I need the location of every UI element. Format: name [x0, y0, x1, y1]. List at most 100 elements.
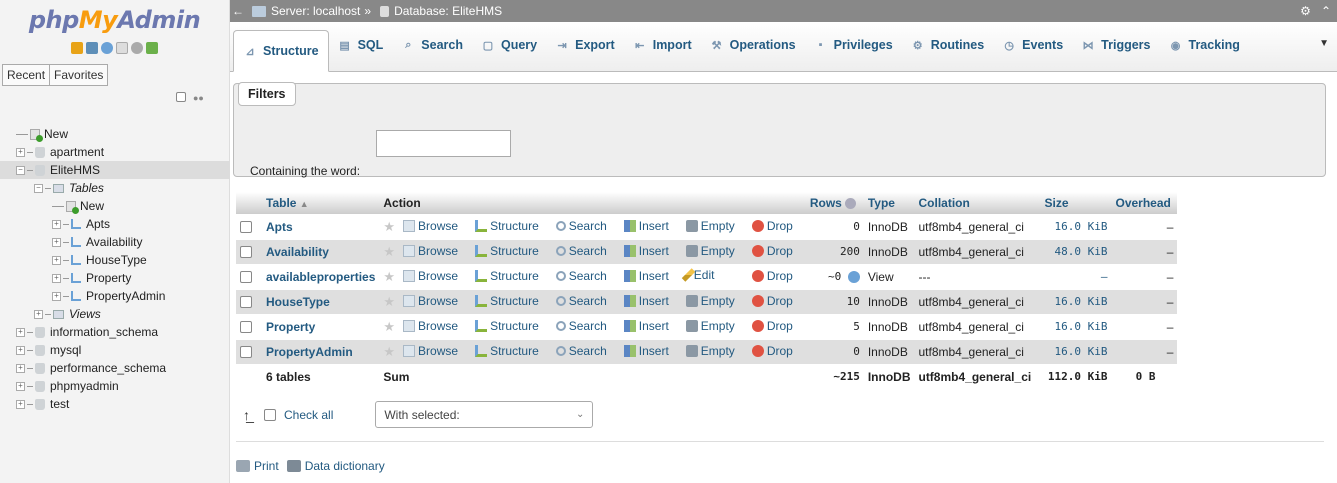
expand-icon[interactable]: + [16, 399, 25, 409]
search-link[interactable]: Search [555, 294, 607, 308]
insert-link[interactable]: Insert [623, 344, 669, 358]
table-size[interactable]: 16.0 KiB [1040, 313, 1112, 339]
drop-link[interactable]: Drop [751, 319, 793, 333]
structure-link[interactable]: Structure [475, 244, 539, 258]
tab-export[interactable]: ⇥ Export [546, 30, 624, 60]
tab-events[interactable]: ◷ Events [993, 30, 1072, 60]
tree-node[interactable]: + Apts [0, 215, 230, 233]
favorites-tab[interactable]: Favorites [50, 64, 109, 86]
favorite-star-icon[interactable]: ★ [383, 244, 395, 259]
favorite-star-icon[interactable]: ★ [383, 219, 395, 234]
tree-node[interactable]: + test [0, 395, 230, 413]
tree-node[interactable]: + information_schema [0, 323, 230, 341]
docs-icon[interactable] [116, 42, 128, 54]
tree-node[interactable]: + performance_schema [0, 359, 230, 377]
gear-icon[interactable]: ⚙ [1300, 4, 1311, 18]
structure-link[interactable]: Structure [475, 294, 539, 308]
view-help-icon[interactable] [847, 271, 860, 283]
search-link[interactable]: Search [555, 244, 607, 258]
expand-icon[interactable]: + [16, 363, 25, 373]
insert-link[interactable]: Insert [623, 319, 669, 333]
expand-icon[interactable]: + [52, 273, 61, 283]
row-checkbox[interactable] [240, 271, 252, 284]
more-tabs-icon[interactable]: ▼ [1319, 38, 1329, 49]
insert-link[interactable]: Insert [623, 269, 669, 283]
row-checkbox[interactable] [240, 346, 252, 359]
collapse-all-icon[interactable] [176, 92, 186, 102]
back-arrow-icon[interactable]: ← [232, 4, 244, 18]
empty-link[interactable]: Empty [685, 244, 735, 258]
insert-link[interactable]: Insert [623, 219, 669, 233]
check-all-checkbox[interactable] [264, 408, 276, 421]
breadcrumb-server[interactable]: Server: localhost [271, 4, 360, 18]
tree-node[interactable]: + Property [0, 269, 230, 287]
home-icon[interactable] [71, 42, 83, 54]
expand-icon[interactable]: − [34, 183, 43, 193]
table-name-link[interactable]: Apts [266, 220, 293, 234]
row-checkbox[interactable] [240, 221, 252, 234]
collapse-top-icon[interactable]: ⌃ [1321, 4, 1331, 18]
favorite-star-icon[interactable]: ★ [383, 344, 395, 359]
tab-operations[interactable]: ⚒ Operations [701, 30, 805, 60]
tab-tracking[interactable]: ◉ Tracking [1160, 30, 1249, 60]
row-checkbox[interactable] [240, 321, 252, 334]
settings-icon[interactable] [131, 42, 143, 54]
favorite-star-icon[interactable]: ★ [383, 319, 395, 334]
help-icon[interactable] [101, 42, 113, 54]
expand-icon[interactable]: + [52, 255, 61, 265]
structure-link[interactable]: Structure [475, 219, 539, 233]
tab-sql[interactable]: ▤ SQL [329, 30, 393, 60]
table-size[interactable]: 16.0 KiB [1040, 288, 1112, 314]
browse-link[interactable]: Browse [403, 219, 458, 233]
rows-help-icon[interactable] [845, 198, 857, 210]
search-link[interactable]: Search [555, 319, 607, 333]
edit-link[interactable]: Edit [681, 268, 714, 282]
drop-link[interactable]: Drop [751, 344, 793, 358]
tree-node[interactable]: New [0, 125, 230, 143]
structure-link[interactable]: Structure [475, 319, 539, 333]
header-rows[interactable]: Rows [805, 192, 864, 214]
expand-icon[interactable]: + [16, 345, 25, 355]
table-name-link[interactable]: availableproperties [266, 270, 375, 284]
expand-icon[interactable]: + [16, 147, 25, 157]
tree-node[interactable]: − Tables [0, 179, 230, 197]
row-checkbox[interactable] [240, 296, 252, 309]
header-table[interactable]: Table ▲ [262, 192, 380, 214]
search-link[interactable]: Search [555, 219, 607, 233]
table-size[interactable]: 16.0 KiB [1040, 338, 1112, 364]
drop-link[interactable]: Drop [751, 294, 793, 308]
empty-link[interactable]: Empty [685, 219, 735, 233]
expand-icon[interactable]: + [52, 237, 61, 247]
drop-link[interactable]: Drop [751, 219, 793, 233]
drop-link[interactable]: Drop [751, 269, 793, 283]
table-name-link[interactable]: PropertyAdmin [266, 345, 353, 359]
table-name-link[interactable]: Availability [266, 245, 329, 259]
check-all-label[interactable]: Check all [284, 408, 333, 422]
link-with-main-icon[interactable]: ●● [193, 93, 204, 103]
table-size[interactable]: 48.0 KiB [1040, 238, 1112, 264]
header-collation[interactable]: Collation [914, 192, 1041, 214]
tab-import[interactable]: ⇤ Import [624, 30, 701, 60]
phpmyadmin-logo[interactable]: phpMyAdmin [0, 0, 229, 38]
empty-link[interactable]: Empty [685, 294, 735, 308]
print-link[interactable]: Print [254, 459, 279, 473]
reload-icon[interactable] [146, 42, 158, 54]
tab-privileges[interactable]: ▪ Privileges [805, 30, 902, 60]
tree-node[interactable]: + mysql [0, 341, 230, 359]
tab-search[interactable]: ⌕ Search [392, 30, 472, 60]
filter-word-input[interactable] [376, 130, 511, 157]
tab-query[interactable]: ▢ Query [472, 30, 546, 60]
browse-link[interactable]: Browse [403, 294, 458, 308]
search-link[interactable]: Search [555, 344, 607, 358]
table-name-link[interactable]: Property [266, 320, 315, 334]
tree-node[interactable]: + PropertyAdmin [0, 287, 230, 305]
favorite-star-icon[interactable]: ★ [383, 269, 395, 284]
header-size[interactable]: Size [1040, 192, 1112, 214]
row-checkbox[interactable] [240, 246, 252, 259]
header-type[interactable]: Type [863, 192, 915, 214]
recent-tab[interactable]: Recent [2, 64, 51, 86]
with-selected-select[interactable]: With selected: ⌄ [375, 401, 594, 428]
tab-structure[interactable]: ⊿ Structure [233, 30, 329, 72]
empty-link[interactable]: Empty [685, 319, 735, 333]
header-overhead[interactable]: Overhead [1111, 192, 1178, 214]
